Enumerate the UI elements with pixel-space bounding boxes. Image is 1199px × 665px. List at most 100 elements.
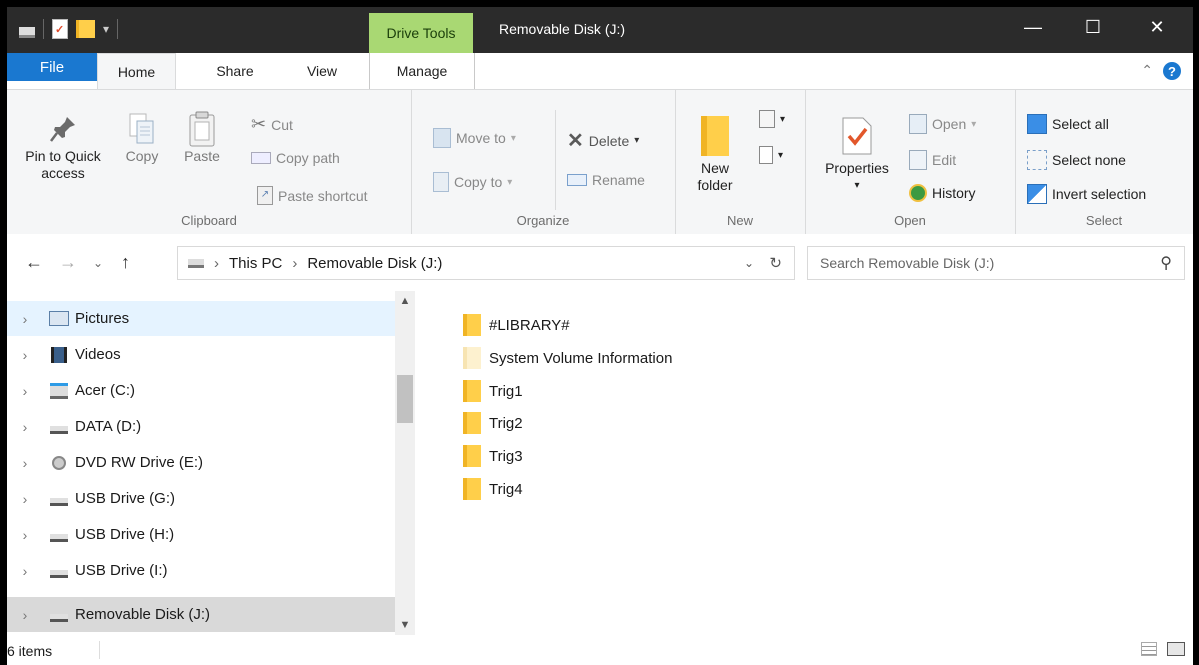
cut-button[interactable]: ✂ Cut xyxy=(251,114,293,135)
nav-item-usb-g[interactable]: › USB Drive (G:) xyxy=(7,481,395,516)
properties-button[interactable]: Properties ▾ xyxy=(815,112,899,194)
help-icon[interactable]: ? xyxy=(1163,62,1181,80)
copy-button[interactable]: Copy xyxy=(115,110,169,165)
new-folder-button[interactable]: New folder xyxy=(685,112,745,194)
open-label: Open xyxy=(932,116,967,132)
list-item-system-volume-information[interactable]: System Volume Information xyxy=(463,344,672,372)
list-item-trig3[interactable]: Trig3 xyxy=(463,442,523,470)
edit-icon xyxy=(909,150,927,170)
list-item-trig4[interactable]: Trig4 xyxy=(463,475,523,503)
list-item-library[interactable]: #LIBRARY# xyxy=(463,311,570,339)
drive-icon xyxy=(188,258,204,268)
expand-chevron-icon[interactable]: › xyxy=(7,419,43,435)
new-folder-icon[interactable] xyxy=(76,20,95,38)
expand-chevron-icon[interactable]: › xyxy=(7,455,43,471)
expand-chevron-icon[interactable]: › xyxy=(7,491,43,507)
navigation-pane: › Pictures › Videos › Acer (C:) › DATA (… xyxy=(7,291,415,635)
customize-qat-icon[interactable]: ▾ xyxy=(103,22,109,36)
select-none-button[interactable]: Select none xyxy=(1027,150,1126,170)
collapse-ribbon-icon[interactable]: ⌃ xyxy=(1141,62,1153,79)
list-item-trig2[interactable]: Trig2 xyxy=(463,409,523,437)
new-item-button[interactable]: ▾ xyxy=(759,110,785,128)
scroll-up-arrow-icon[interactable]: ▲ xyxy=(395,291,415,311)
paste-button[interactable]: Paste xyxy=(173,110,231,165)
breadcrumb-removable-disk[interactable]: Removable Disk (J:) xyxy=(307,255,442,272)
nav-item-data-d[interactable]: › DATA (D:) xyxy=(7,409,395,444)
ribbon: Pin to Quick access Copy Paste ✂ Cut Cop… xyxy=(7,89,1193,235)
tab-manage[interactable]: Manage xyxy=(369,53,475,89)
tab-share[interactable]: Share xyxy=(195,53,275,89)
rename-button[interactable]: Rename xyxy=(567,172,645,188)
search-icon[interactable]: ⚲ xyxy=(1160,253,1172,273)
move-to-button[interactable]: Move to ▾ xyxy=(433,128,516,148)
address-dropdown-icon[interactable]: ⌄ xyxy=(744,256,754,270)
nav-item-videos[interactable]: › Videos xyxy=(7,337,395,372)
nav-item-label: Acer (C:) xyxy=(75,382,135,399)
list-item-trig1[interactable]: Trig1 xyxy=(463,377,523,405)
nav-item-label: Videos xyxy=(75,346,121,363)
paste-shortcut-button[interactable]: ↗ Paste shortcut xyxy=(257,186,368,205)
large-icons-view-icon[interactable] xyxy=(1167,642,1185,656)
organize-group: Move to ▾ Copy to ▾ ✕ Delete ▾ Rename Or… xyxy=(411,90,676,234)
drive-tools-context-tab: Drive Tools xyxy=(369,13,473,53)
organize-group-label: Organize xyxy=(516,213,570,228)
address-bar[interactable]: › This PC › Removable Disk (J:) ⌄ ↻ xyxy=(177,246,795,280)
nav-item-usb-h[interactable]: › USB Drive (H:) xyxy=(7,517,395,552)
pin-quick-access-button[interactable]: Pin to Quick access xyxy=(13,110,113,182)
expand-chevron-icon[interactable]: › xyxy=(7,383,43,399)
windows-drive-icon xyxy=(43,382,75,399)
nav-item-dvd-e[interactable]: › DVD RW Drive (E:) xyxy=(7,445,395,480)
edit-label: Edit xyxy=(932,152,957,168)
up-arrow-icon[interactable]: ↑ xyxy=(121,252,130,273)
search-input[interactable]: Search Removable Disk (J:) xyxy=(820,255,994,271)
chevron-down-icon: ▾ xyxy=(854,180,860,191)
copy-to-button[interactable]: Copy to ▾ xyxy=(433,172,512,192)
status-bar: 6 items xyxy=(7,635,1193,665)
address-row: ← → ⌄ ↑ › This PC › Removable Disk (J:) … xyxy=(7,234,1193,291)
tab-home[interactable]: Home xyxy=(97,53,176,90)
nav-item-removable-j[interactable]: › Removable Disk (J:) xyxy=(7,597,395,632)
pin-label-2: access xyxy=(41,165,85,181)
minimize-button[interactable]: — xyxy=(1003,7,1063,47)
back-arrow-icon[interactable]: ← xyxy=(25,252,43,273)
history-icon xyxy=(909,184,927,202)
tab-view[interactable]: View xyxy=(287,53,357,89)
pin-icon xyxy=(13,110,113,148)
nav-item-acer-c[interactable]: › Acer (C:) xyxy=(7,373,395,408)
delete-button[interactable]: ✕ Delete ▾ xyxy=(567,128,639,153)
nav-item-pictures[interactable]: › Pictures xyxy=(7,301,395,336)
nav-pane-scrollbar[interactable]: ▲ ▼ xyxy=(395,291,415,635)
select-all-button[interactable]: Select all xyxy=(1027,114,1109,134)
expand-chevron-icon[interactable]: › xyxy=(7,607,43,623)
edit-button[interactable]: Edit xyxy=(909,150,956,170)
expand-chevron-icon[interactable]: › xyxy=(7,311,43,327)
search-box[interactable]: Search Removable Disk (J:) ⚲ xyxy=(807,246,1185,280)
scroll-down-arrow-icon[interactable]: ▼ xyxy=(395,615,415,635)
breadcrumb-separator: › xyxy=(292,254,298,272)
maximize-button[interactable]: ☐ xyxy=(1063,7,1123,47)
scrollbar-thumb[interactable] xyxy=(397,375,413,423)
drive-icon[interactable] xyxy=(19,26,35,38)
invert-selection-button[interactable]: Invert selection xyxy=(1027,184,1146,204)
open-button[interactable]: Open ▾ xyxy=(909,114,976,134)
chevron-down-icon: ▾ xyxy=(780,113,786,125)
expand-chevron-icon[interactable]: › xyxy=(7,347,43,363)
details-view-icon[interactable] xyxy=(1141,642,1157,656)
tab-file[interactable]: File xyxy=(7,53,97,81)
properties-icon[interactable]: ✓ xyxy=(52,19,68,39)
refresh-icon[interactable]: ↻ xyxy=(769,254,782,272)
chevron-down-icon: ▾ xyxy=(507,176,513,188)
easy-access-button[interactable]: ▾ xyxy=(759,146,783,164)
paste-shortcut-label: Paste shortcut xyxy=(278,187,368,204)
expand-chevron-icon[interactable]: › xyxy=(7,563,43,579)
close-button[interactable]: ✕ xyxy=(1127,7,1187,47)
expand-chevron-icon[interactable]: › xyxy=(7,527,43,543)
copy-path-button[interactable]: Copy path xyxy=(251,150,340,166)
recent-locations-chevron-icon[interactable]: ⌄ xyxy=(93,256,103,270)
breadcrumb-this-pc[interactable]: This PC xyxy=(229,255,282,272)
rename-label: Rename xyxy=(592,172,645,188)
forward-arrow-icon[interactable]: → xyxy=(59,252,77,273)
copy-path-icon xyxy=(251,152,271,164)
history-button[interactable]: History xyxy=(909,184,976,202)
nav-item-usb-i[interactable]: › USB Drive (I:) xyxy=(7,553,395,588)
